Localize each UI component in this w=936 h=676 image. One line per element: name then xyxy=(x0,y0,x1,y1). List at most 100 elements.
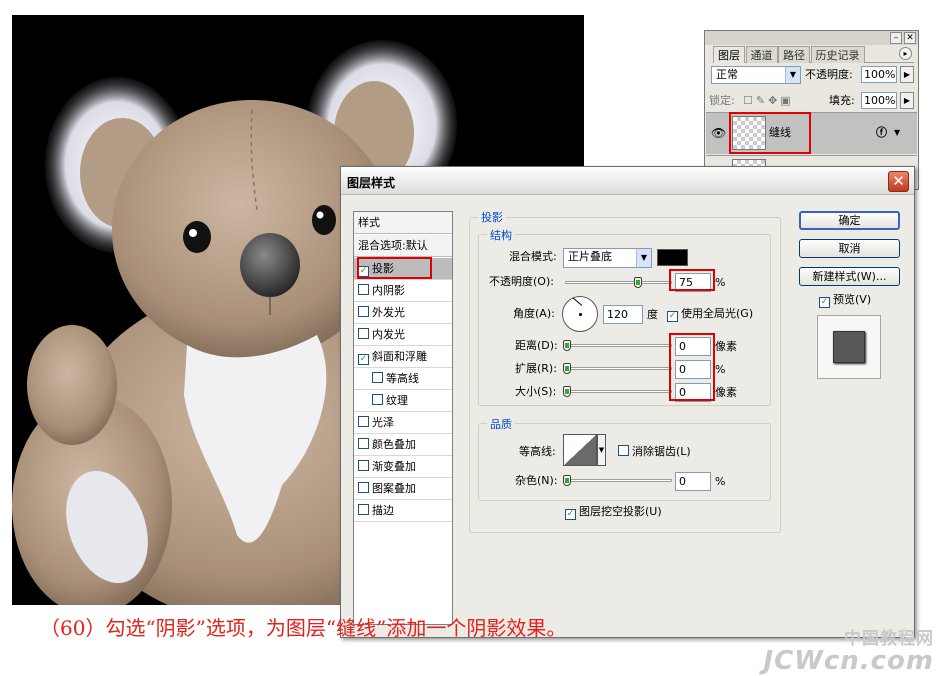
noise-input[interactable]: 0 xyxy=(675,472,711,491)
style-preview-box xyxy=(817,315,881,379)
blend-mode-value: 正片叠底 xyxy=(568,250,612,263)
tab-layers[interactable]: 图层 xyxy=(713,46,745,63)
close-icon[interactable]: ✕ xyxy=(888,171,909,192)
checkbox-pattern-overlay[interactable] xyxy=(358,482,369,493)
style-item-color-overlay[interactable]: 颜色叠加 xyxy=(354,434,452,456)
distance-input[interactable]: 0 xyxy=(675,337,711,356)
fill-arrow-icon[interactable]: ▶ xyxy=(900,92,914,109)
style-list-header-styles[interactable]: 样式 xyxy=(354,212,452,234)
style-list-blending-options[interactable]: 混合选项:默认 xyxy=(354,235,452,257)
panel-menu-icon[interactable]: ▸ xyxy=(899,47,912,60)
eye-icon[interactable]: 👁 xyxy=(711,124,726,142)
checkbox-antialias[interactable] xyxy=(618,445,629,456)
antialias-label: 消除锯齿(L) xyxy=(632,445,691,458)
style-item-bevel-emboss[interactable]: ✓ 斜面和浮雕 xyxy=(354,346,452,368)
structure-title: 结构 xyxy=(487,227,515,243)
watermark-en: JCWcn.com xyxy=(763,646,934,676)
structure-group: 结构 混合模式: 正片叠底 ▼ 不透明度(O): 75 % 角度(A): 120… xyxy=(478,227,771,406)
shadow-color-swatch[interactable] xyxy=(657,249,688,266)
layer-effects-icon[interactable]: ⓕ xyxy=(876,124,887,142)
preview-option[interactable]: ✓ 预览(V) xyxy=(819,291,871,309)
opacity-input[interactable]: 75 xyxy=(675,273,711,292)
style-item-label: 投影 xyxy=(372,262,394,275)
style-item-outer-glow[interactable]: 外发光 xyxy=(354,302,452,324)
style-item-satin[interactable]: 光泽 xyxy=(354,412,452,434)
layer-opacity-input[interactable]: 100% xyxy=(861,66,897,83)
style-preview-swatch xyxy=(833,331,865,363)
size-slider[interactable] xyxy=(565,390,672,393)
checkbox-outer-glow[interactable] xyxy=(358,306,369,317)
blend-mode-select[interactable]: 正片叠底 ▼ xyxy=(563,248,652,268)
style-item-label: 图案叠加 xyxy=(372,482,416,495)
style-item-texture[interactable]: 纹理 xyxy=(354,390,452,412)
angle-center xyxy=(579,313,582,316)
tab-history[interactable]: 历史记录 xyxy=(810,46,865,63)
style-item-gradient-overlay[interactable]: 渐变叠加 xyxy=(354,456,452,478)
checkbox-texture[interactable] xyxy=(372,394,383,405)
checkbox-color-overlay[interactable] xyxy=(358,438,369,449)
noise-slider[interactable] xyxy=(565,479,672,482)
spread-input[interactable]: 0 xyxy=(675,360,711,379)
knockout-option[interactable]: ✓ 图层挖空投影(U) xyxy=(565,503,662,521)
size-label: 大小(S): xyxy=(515,385,557,398)
style-item-label: 光泽 xyxy=(372,416,394,429)
lock-row: 锁定: ☐✎✥▣ 填充: 100% ▶ xyxy=(709,92,914,112)
checkbox-satin[interactable] xyxy=(358,416,369,427)
checkbox-inner-shadow[interactable] xyxy=(358,284,369,295)
ok-button[interactable]: 确定 xyxy=(799,211,900,230)
style-item-drop-shadow[interactable]: ✓ 投影 xyxy=(354,258,452,280)
distance-slider-thumb[interactable] xyxy=(563,340,571,351)
layer-fill-input[interactable]: 100% xyxy=(861,92,897,109)
layer-row-stitches[interactable]: 👁 缝线 ⓕ ▼ xyxy=(706,112,917,154)
angle-input[interactable]: 120 xyxy=(603,305,643,324)
size-input[interactable]: 0 xyxy=(675,383,711,402)
checkbox-global-light[interactable]: ✓ xyxy=(667,311,678,322)
new-style-button[interactable]: 新建样式(W)... xyxy=(799,267,900,286)
tab-paths[interactable]: 路径 xyxy=(778,46,810,63)
chevron-down-icon: ▼ xyxy=(785,67,800,83)
antialias-option[interactable]: 消除锯齿(L) xyxy=(618,443,691,461)
spread-unit: % xyxy=(715,363,726,376)
minimize-icon[interactable]: – xyxy=(890,32,902,44)
global-light-option[interactable]: ✓ 使用全局光(G) xyxy=(667,305,753,323)
style-item-label: 渐变叠加 xyxy=(372,460,416,473)
checkbox-stroke[interactable] xyxy=(358,504,369,515)
style-item-label: 斜面和浮雕 xyxy=(372,350,427,363)
contour-preview[interactable] xyxy=(563,434,597,466)
close-icon[interactable]: ✕ xyxy=(904,32,916,44)
layer-blend-mode-select[interactable]: 正常 ▼ xyxy=(711,66,801,84)
spread-slider-thumb[interactable] xyxy=(563,363,571,374)
opacity-slider[interactable] xyxy=(565,281,672,284)
distance-slider[interactable] xyxy=(565,344,672,347)
style-item-pattern-overlay[interactable]: 图案叠加 xyxy=(354,478,452,500)
chevron-down-icon[interactable]: ▼ xyxy=(597,434,606,466)
style-item-stroke[interactable]: 描边 xyxy=(354,500,452,522)
angle-dial[interactable] xyxy=(562,296,598,332)
style-item-inner-glow[interactable]: 内发光 xyxy=(354,324,452,346)
opacity-arrow-icon[interactable]: ▶ xyxy=(900,66,914,83)
style-item-inner-shadow[interactable]: 内阴影 xyxy=(354,280,452,302)
tab-channels[interactable]: 通道 xyxy=(745,46,778,63)
noise-unit: % xyxy=(715,475,726,488)
checkbox-drop-shadow[interactable]: ✓ xyxy=(358,266,369,277)
style-item-contour[interactable]: 等高线 xyxy=(354,368,452,390)
lock-icons[interactable]: ☐✎✥▣ xyxy=(743,92,794,110)
checkbox-gradient-overlay[interactable] xyxy=(358,460,369,471)
dialog-title: 图层样式 xyxy=(347,176,396,190)
checkbox-knockout[interactable]: ✓ xyxy=(565,509,576,520)
spread-slider[interactable] xyxy=(565,367,672,370)
checkbox-contour[interactable] xyxy=(372,372,383,383)
size-slider-thumb[interactable] xyxy=(563,386,571,397)
expand-effects-icon[interactable]: ▼ xyxy=(894,124,900,142)
spread-label: 扩展(R): xyxy=(515,362,557,375)
opacity-slider-thumb[interactable] xyxy=(634,277,642,288)
noise-slider-thumb[interactable] xyxy=(563,475,571,486)
cancel-button[interactable]: 取消 xyxy=(799,239,900,258)
style-item-label: 内发光 xyxy=(372,328,405,341)
lock-label: 锁定: xyxy=(709,94,735,107)
distance-unit: 像素 xyxy=(715,340,737,353)
checkbox-inner-glow[interactable] xyxy=(358,328,369,339)
checkbox-bevel-emboss[interactable]: ✓ xyxy=(358,354,369,365)
angle-unit: 度 xyxy=(647,308,658,321)
checkbox-preview[interactable]: ✓ xyxy=(819,297,830,308)
